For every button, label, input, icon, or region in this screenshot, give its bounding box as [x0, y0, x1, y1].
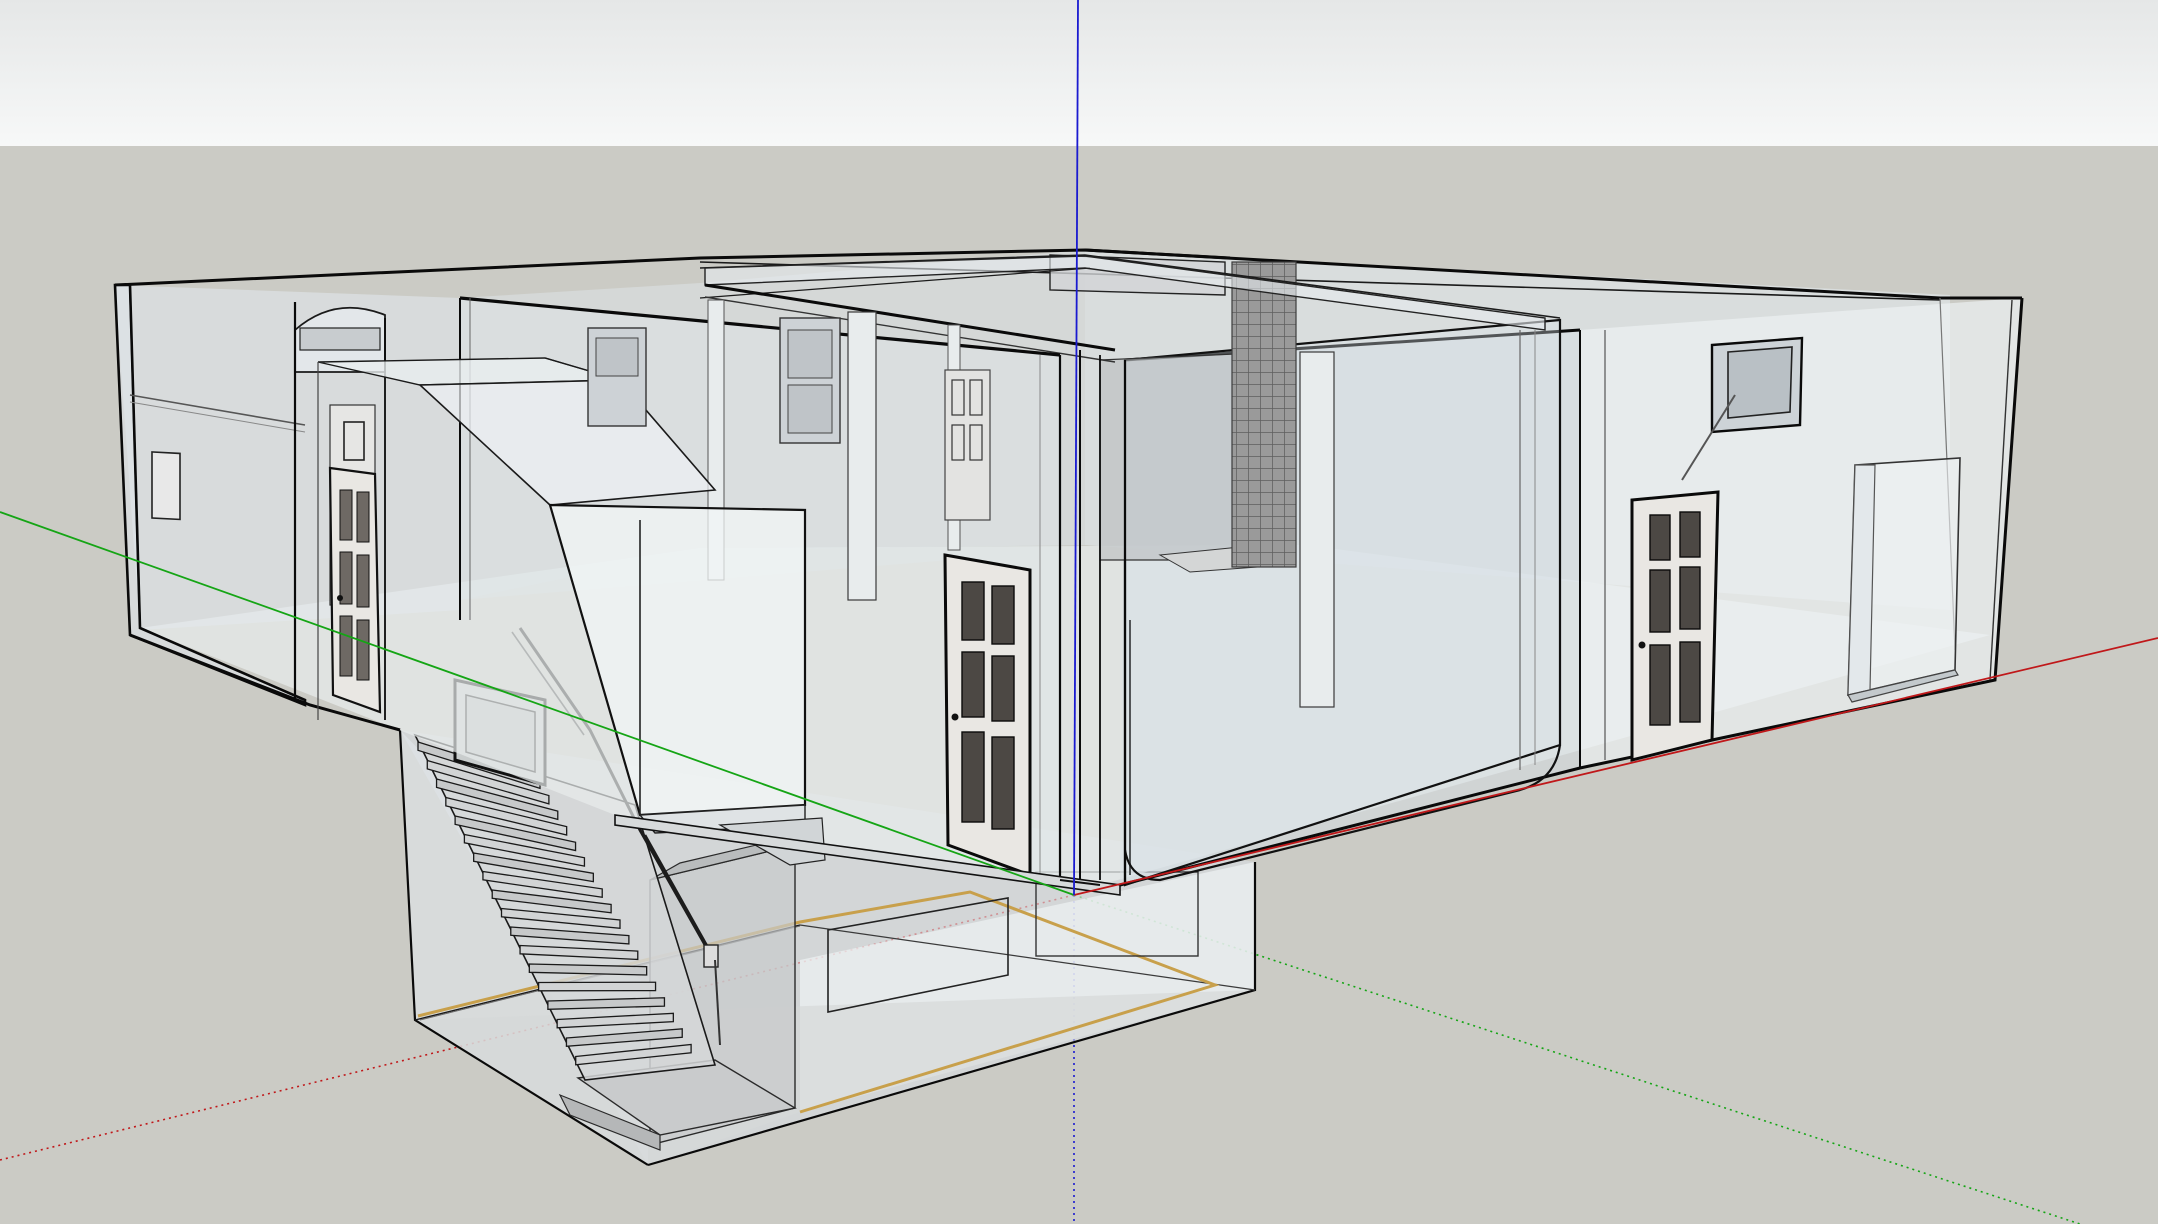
door-center[interactable]	[943, 553, 1032, 878]
stair-step	[537, 981, 657, 992]
modeling-viewport[interactable]	[0, 0, 2158, 1224]
closet-box[interactable]	[1847, 457, 1961, 703]
door-right[interactable]	[1630, 490, 1720, 762]
door-left[interactable]	[328, 466, 382, 714]
chimney	[1231, 261, 1297, 568]
scene-canvas[interactable]	[0, 0, 2158, 1224]
stair-step	[528, 963, 648, 976]
wall-outlet-box	[151, 451, 181, 521]
door-back-middle[interactable]	[944, 369, 991, 521]
sky	[0, 0, 2158, 146]
